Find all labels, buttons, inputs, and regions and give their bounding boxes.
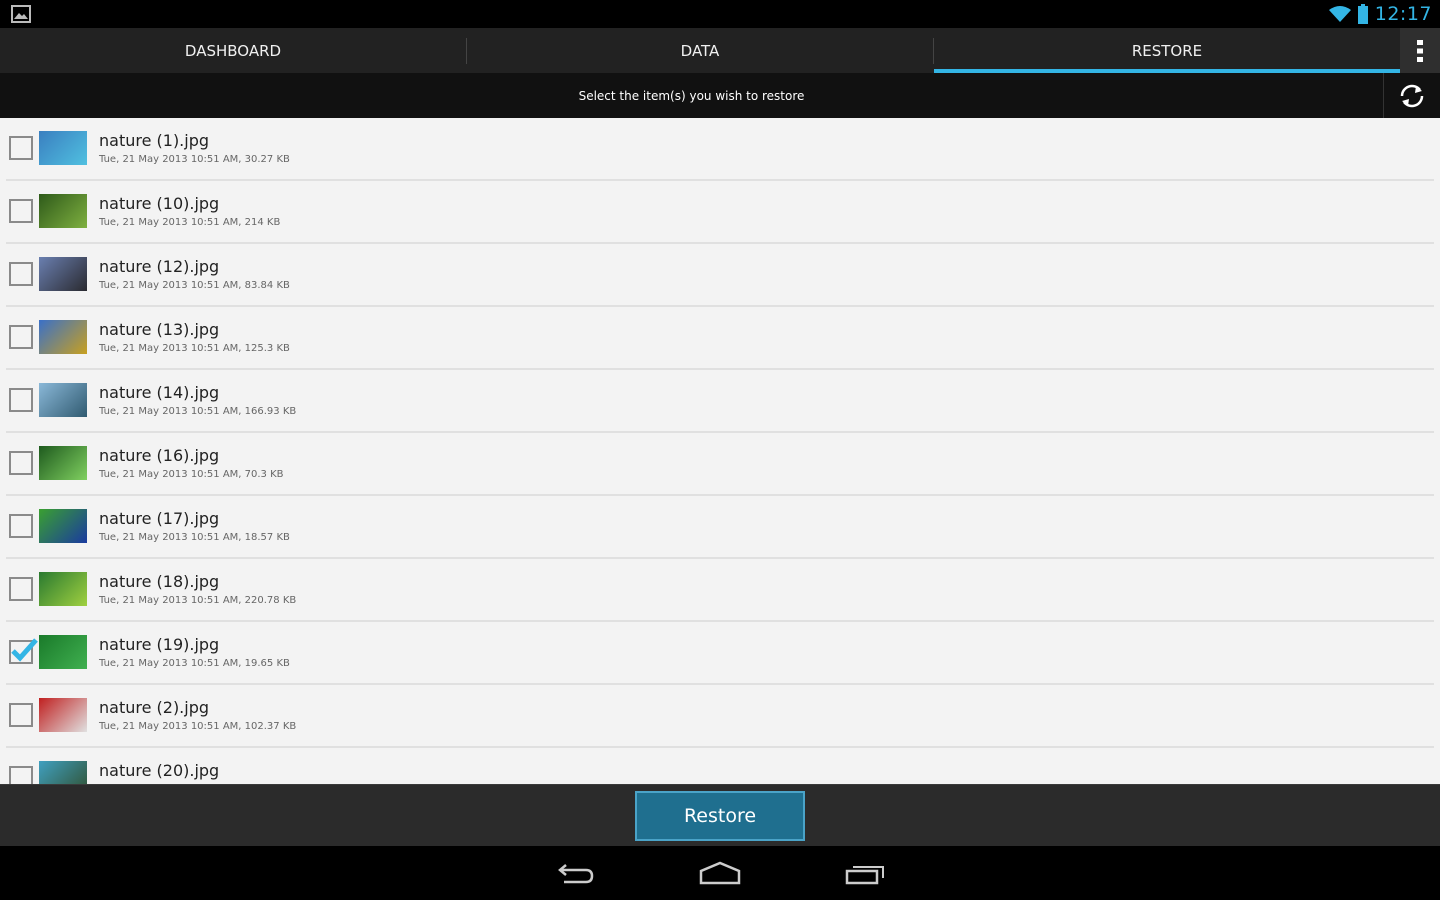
- back-icon: [558, 864, 594, 884]
- tab-restore[interactable]: RESTORE: [934, 28, 1400, 73]
- back-button[interactable]: [551, 858, 601, 888]
- file-name: nature (17).jpg: [99, 509, 220, 528]
- file-name: nature (10).jpg: [99, 194, 220, 213]
- file-details: Tue, 21 May 2013 10:51 AM, 220.78 KB: [99, 595, 297, 606]
- file-checkbox[interactable]: [9, 199, 33, 223]
- file-details: Tue, 21 May 2013 10:51 AM, 83.84 KB: [99, 280, 290, 291]
- file-checkbox[interactable]: [9, 262, 33, 286]
- file-details: Tue, 21 May 2013 10:51 AM, 166.93 KB: [99, 406, 297, 417]
- refresh-icon: [1400, 84, 1424, 107]
- file-checkbox[interactable]: [9, 514, 33, 538]
- tab-label: RESTORE: [1131, 41, 1203, 60]
- file-checkbox[interactable]: [9, 388, 33, 412]
- wifi-icon: [1328, 6, 1351, 22]
- file-name: nature (19).jpg: [99, 635, 220, 654]
- checkmark-icon: [11, 638, 38, 662]
- file-list-item[interactable]: nature (14).jpg Tue, 21 May 2013 10:51 AM…: [0, 370, 1440, 433]
- refresh-button[interactable]: [1383, 73, 1440, 118]
- battery-icon: [1357, 4, 1368, 24]
- action-bar: Restore: [0, 784, 1440, 846]
- file-thumbnail: [39, 383, 87, 417]
- file-name: nature (20).jpg: [99, 761, 220, 780]
- file-details: Tue, 21 May 2013 10:51 AM, 102.37 KB: [99, 721, 297, 732]
- file-list-item[interactable]: nature (18).jpg Tue, 21 May 2013 10:51 AM…: [0, 559, 1440, 622]
- tab-data[interactable]: DATA: [467, 28, 933, 73]
- recent-apps-icon: [845, 866, 884, 885]
- file-thumbnail: [39, 320, 87, 354]
- tab-dashboard[interactable]: DASHBOARD: [0, 28, 466, 73]
- file-name: nature (14).jpg: [99, 383, 220, 402]
- file-thumbnail: [39, 446, 87, 480]
- file-list-item[interactable]: nature (20).jpg: [0, 748, 1440, 784]
- file-list[interactable]: nature (1).jpg Tue, 21 May 2013 10:51 AM,…: [0, 118, 1440, 784]
- home-button[interactable]: [695, 858, 745, 888]
- file-checkbox[interactable]: [9, 451, 33, 475]
- file-checkbox[interactable]: [9, 325, 33, 349]
- file-name: nature (12).jpg: [99, 257, 220, 276]
- file-thumbnail: [39, 509, 87, 543]
- file-thumbnail: [39, 572, 87, 606]
- file-thumbnail: [39, 761, 87, 784]
- file-thumbnail: [39, 194, 87, 228]
- overflow-menu-icon: [1417, 39, 1423, 62]
- file-details: Tue, 21 May 2013 10:51 AM, 70.3 KB: [99, 469, 284, 480]
- file-list-item[interactable]: nature (1).jpg Tue, 21 May 2013 10:51 AM,…: [0, 118, 1440, 181]
- file-checkbox[interactable]: [9, 703, 33, 727]
- file-list-item[interactable]: nature (12).jpg Tue, 21 May 2013 10:51 AM…: [0, 244, 1440, 307]
- file-list-item[interactable]: nature (2).jpg Tue, 21 May 2013 10:51 AM,…: [0, 685, 1440, 748]
- file-thumbnail: [39, 131, 87, 165]
- file-list-item[interactable]: nature (16).jpg Tue, 21 May 2013 10:51 AM…: [0, 433, 1440, 496]
- file-name: nature (16).jpg: [99, 446, 220, 465]
- clock: 12:17: [1374, 3, 1432, 25]
- image-notification-icon: [11, 5, 31, 23]
- file-thumbnail: [39, 698, 87, 732]
- file-name: nature (2).jpg: [99, 698, 210, 717]
- file-details: Tue, 21 May 2013 10:51 AM, 18.57 KB: [99, 532, 290, 543]
- tab-label: DASHBOARD: [184, 41, 282, 60]
- file-details: Tue, 21 May 2013 10:51 AM, 214 KB: [99, 217, 281, 228]
- file-thumbnail: [39, 257, 87, 291]
- recent-apps-button[interactable]: [840, 858, 890, 888]
- status-bar: 12:17: [0, 0, 1440, 28]
- file-name: nature (13).jpg: [99, 320, 220, 339]
- file-checkbox[interactable]: [9, 136, 33, 160]
- file-details: Tue, 21 May 2013 10:51 AM, 30.27 KB: [99, 154, 290, 165]
- file-name: nature (18).jpg: [99, 572, 220, 591]
- file-checkbox[interactable]: [9, 577, 33, 601]
- home-icon: [699, 861, 741, 885]
- instruction-text: Select the item(s) you wish to restore: [578, 88, 805, 103]
- file-list-item[interactable]: nature (13).jpg Tue, 21 May 2013 10:51 AM…: [0, 307, 1440, 370]
- overflow-menu-button[interactable]: [1400, 28, 1440, 73]
- file-list-item[interactable]: nature (19).jpg Tue, 21 May 2013 10:51 AM…: [0, 622, 1440, 685]
- navigation-bar: [0, 846, 1440, 900]
- instruction-bar: Select the item(s) you wish to restore: [0, 73, 1440, 118]
- file-name: nature (1).jpg: [99, 131, 210, 150]
- file-list-item[interactable]: nature (17).jpg Tue, 21 May 2013 10:51 AM…: [0, 496, 1440, 559]
- restore-button[interactable]: Restore: [635, 791, 805, 841]
- tab-label: DATA: [680, 41, 720, 60]
- file-list-item[interactable]: nature (10).jpg Tue, 21 May 2013 10:51 AM…: [0, 181, 1440, 244]
- file-checkbox[interactable]: [9, 766, 33, 784]
- file-details: Tue, 21 May 2013 10:51 AM, 19.65 KB: [99, 658, 290, 669]
- file-thumbnail: [39, 635, 87, 669]
- file-details: Tue, 21 May 2013 10:51 AM, 125.3 KB: [99, 343, 290, 354]
- file-checkbox[interactable]: [9, 638, 38, 664]
